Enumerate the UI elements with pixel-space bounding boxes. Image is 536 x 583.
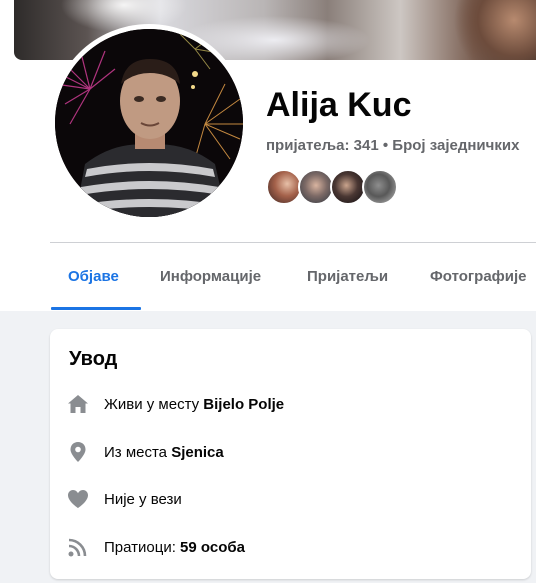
intro-item-value[interactable]: Bijelo Polje (203, 396, 284, 413)
avatar-photo (55, 29, 243, 217)
intro-card: Увод Живи у месту Bijelo Polje Из места … (50, 329, 531, 579)
heart-icon (66, 487, 90, 511)
home-icon (66, 392, 90, 416)
intro-item-label: Пратиоци: (104, 538, 181, 556)
mutual-friend-avatar[interactable] (298, 169, 334, 205)
intro-item-value[interactable]: 59 особа (180, 539, 245, 556)
intro-item-label: Није у вези (104, 490, 182, 508)
rss-feed-icon (66, 535, 90, 559)
mutual-friends-avatars (266, 169, 406, 205)
intro-item-relationship: Није у вези (66, 487, 506, 511)
friends-count[interactable]: пријатеља: 341 • Број заједничких (266, 137, 519, 154)
intro-title: Увод (69, 348, 118, 370)
intro-item-lives-in: Живи у месту Bijelo Polje (66, 392, 506, 416)
profile-avatar[interactable] (55, 29, 243, 217)
intro-item-followers: Пратиоци: 59 особа (66, 535, 506, 559)
header-divider (50, 242, 536, 243)
mutual-friend-avatar[interactable] (362, 169, 398, 205)
location-pin-icon (66, 440, 90, 464)
intro-item-label: Живи у месту (104, 395, 204, 413)
active-tab-indicator (51, 307, 141, 310)
intro-item-value[interactable]: Sjenica (171, 444, 224, 461)
tab-photos[interactable]: Фотографије (430, 268, 527, 285)
mutual-friend-avatar[interactable] (266, 169, 302, 205)
intro-item-from: Из места Sjenica (66, 440, 506, 464)
profile-name: Alija Kuc (266, 86, 412, 124)
tab-about[interactable]: Информације (160, 268, 261, 285)
tab-friends[interactable]: Пријатељи (307, 268, 388, 285)
tab-posts[interactable]: Објаве (68, 268, 119, 285)
mutual-friend-avatar[interactable] (330, 169, 366, 205)
intro-item-label: Из места (104, 443, 172, 461)
profile-header: Alija Kuc пријатеља: 341 • Број заједнич… (0, 0, 536, 311)
